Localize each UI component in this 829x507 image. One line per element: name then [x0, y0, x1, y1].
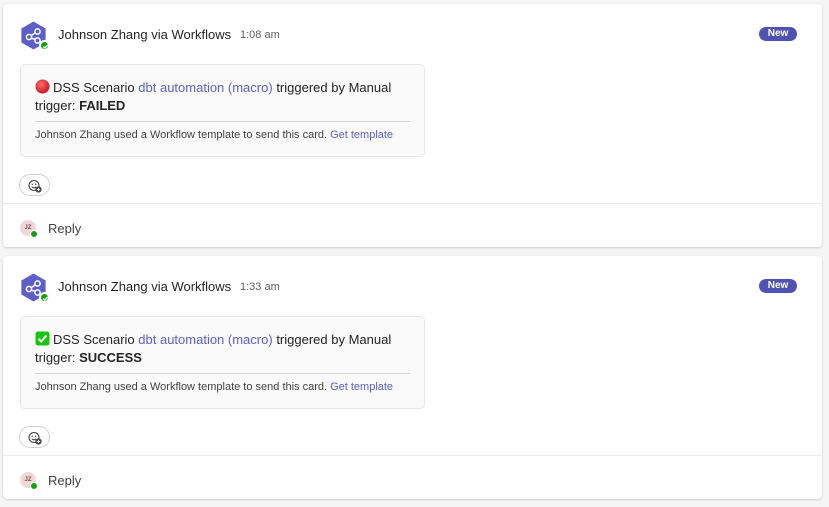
card-footer-text: Johnson Zhang used a Workflow template t… [35, 381, 328, 393]
scenario-link[interactable]: dbt automation (macro) [138, 80, 272, 95]
add-reaction-button[interactable] [19, 174, 50, 196]
presence-available-icon [30, 230, 38, 238]
card-divider [35, 373, 410, 374]
sender-name[interactable]: Johnson Zhang via Workflows [58, 27, 231, 42]
timestamp: 1:33 am [240, 281, 280, 293]
card-title: DSS Scenario dbt automation (macro) trig… [35, 331, 415, 367]
presence-available-icon [39, 292, 50, 303]
user-avatar: JZ [20, 220, 38, 238]
add-reaction-icon [28, 431, 42, 445]
presence-available-icon [30, 482, 38, 490]
add-reaction-button[interactable] [19, 426, 50, 448]
card-title-prefix: DSS Scenario [53, 332, 135, 347]
message-feed: Johnson Zhang via Workflows 1:08 am New … [0, 0, 829, 507]
presence-available-icon [39, 40, 50, 51]
card-footer-text: Johnson Zhang used a Workflow template t… [35, 129, 328, 141]
timestamp: 1:08 am [240, 29, 280, 41]
status-text: FAILED [79, 98, 126, 113]
scenario-link[interactable]: dbt automation (macro) [138, 332, 272, 347]
sender-name[interactable]: Johnson Zhang via Workflows [58, 279, 231, 294]
card-footer: Johnson Zhang used a Workflow template t… [35, 381, 415, 393]
new-badge: New [759, 27, 797, 41]
get-template-link[interactable]: Get template [330, 129, 393, 141]
status-text: SUCCESS [79, 350, 142, 365]
message-post: Johnson Zhang via Workflows 1:33 am New … [3, 256, 822, 499]
green-check-icon [35, 331, 50, 346]
get-template-link[interactable]: Get template [330, 381, 393, 393]
add-reaction-icon [28, 179, 42, 193]
card-title-prefix: DSS Scenario [53, 80, 135, 95]
adaptive-card: DSS Scenario dbt automation (macro) trig… [20, 64, 425, 157]
user-avatar: JZ [20, 472, 38, 490]
workflows-avatar[interactable] [19, 273, 50, 303]
card-divider [35, 121, 410, 122]
message-header: Johnson Zhang via Workflows 1:33 am New [3, 256, 822, 316]
reply-row[interactable]: JZ Reply [3, 204, 822, 247]
message-header: Johnson Zhang via Workflows 1:08 am New [3, 4, 822, 64]
reply-row[interactable]: JZ Reply [3, 456, 822, 499]
card-title: DSS Scenario dbt automation (macro) trig… [35, 79, 415, 115]
reply-button[interactable]: Reply [48, 473, 81, 488]
workflows-avatar[interactable] [19, 21, 50, 51]
red-circle-icon [35, 79, 50, 94]
message-post: Johnson Zhang via Workflows 1:08 am New … [3, 4, 822, 247]
new-badge: New [759, 279, 797, 293]
card-footer: Johnson Zhang used a Workflow template t… [35, 129, 415, 141]
reply-button[interactable]: Reply [48, 221, 81, 236]
adaptive-card: DSS Scenario dbt automation (macro) trig… [20, 316, 425, 409]
